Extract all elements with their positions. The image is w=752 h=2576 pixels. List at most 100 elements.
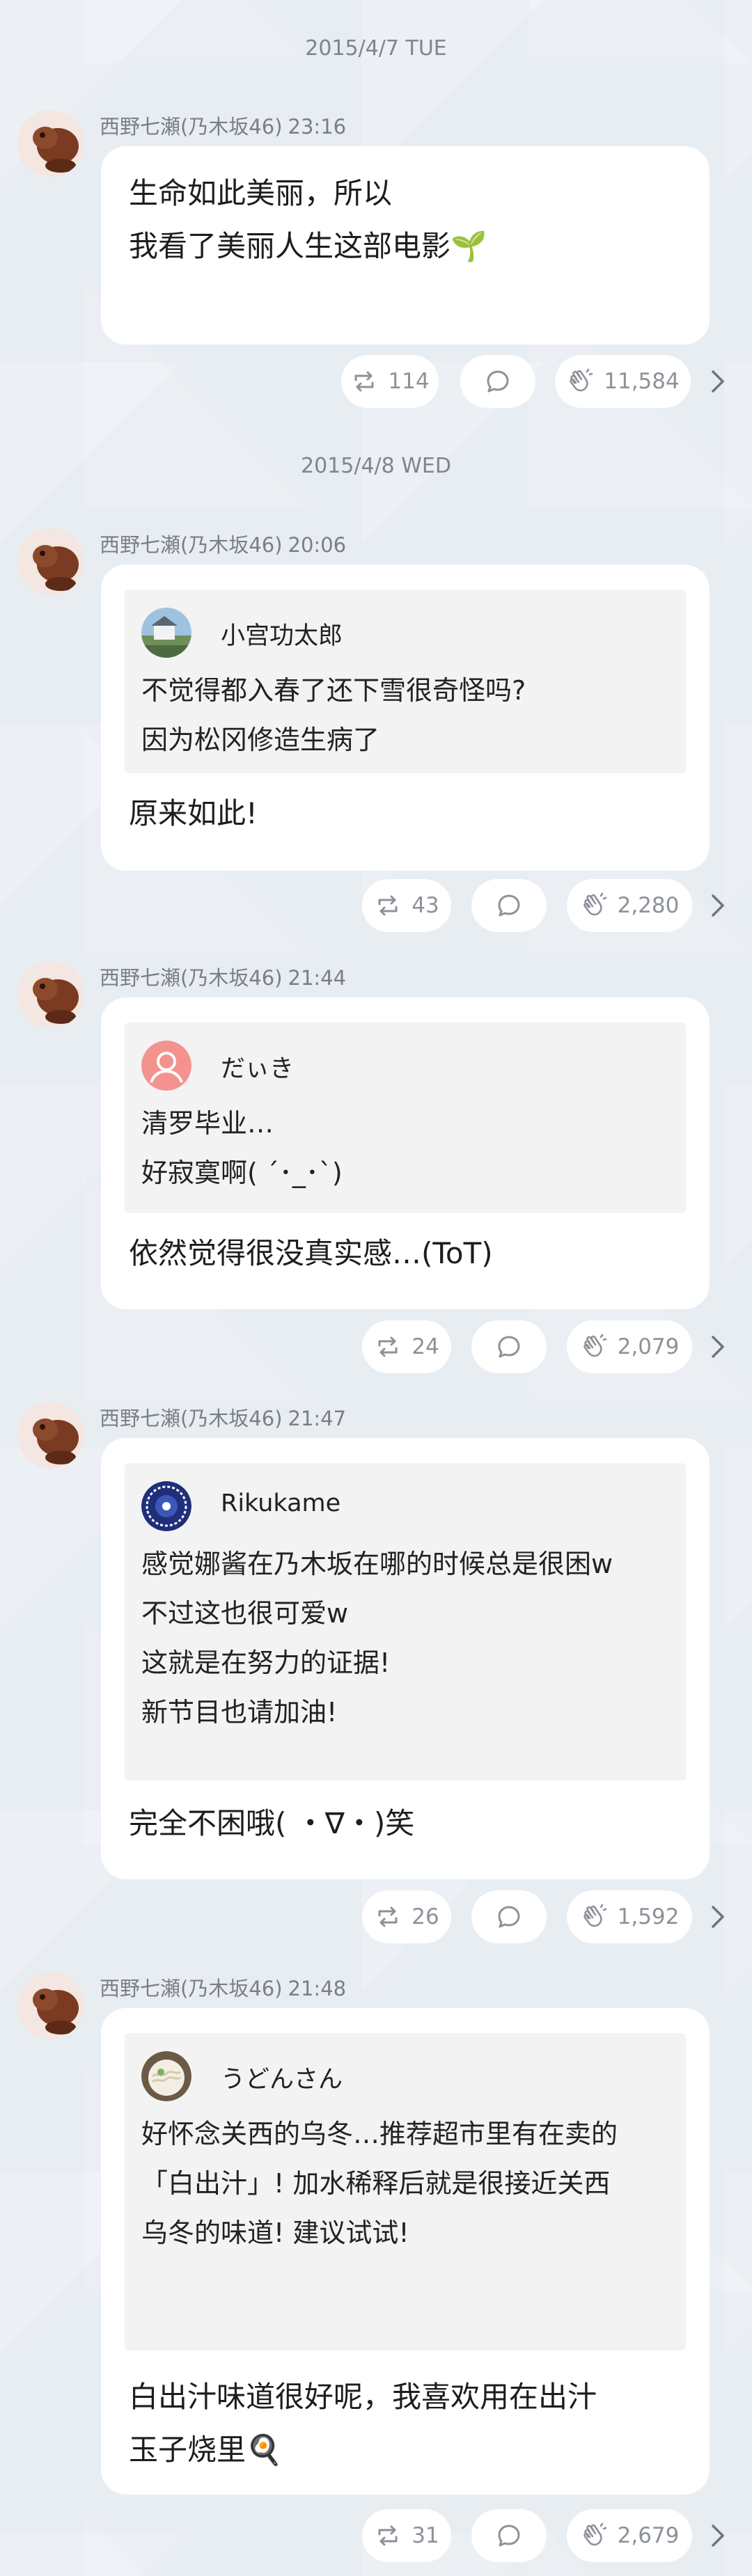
quoted-message[interactable]: 小宫功太郎 不觉得都入春了还下雪很奇怪吗? 因为松冈修造生病了: [125, 590, 686, 773]
date-separator: 2015/4/8 WED: [301, 454, 451, 478]
message-text: 原来如此!: [129, 787, 682, 840]
author-avatar[interactable]: [17, 110, 84, 177]
post-meta: 西野七瀬(乃木坂46) 23:16: [100, 111, 346, 140]
message-text: 白出汁味道很好呢，我喜欢用在出汁 玉子烧里🍳: [129, 2371, 682, 2476]
message-bubble: 小宫功太郎 不觉得都入春了还下雪很奇怪吗? 因为松冈修造生病了 原来如此!: [101, 564, 710, 871]
comment-icon: [495, 1903, 523, 1931]
message-line: 完全不困哦( ・∇・)笑: [129, 1806, 415, 1840]
clap-icon: [580, 1333, 608, 1361]
post-meta: 西野七瀬(乃木坂46) 21:47: [100, 1402, 346, 1432]
quote-line: 不觉得都入春了还下雪很奇怪吗?: [141, 675, 526, 706]
clap-icon: [580, 892, 608, 919]
repost-button[interactable]: 24: [362, 1320, 451, 1373]
quote-line: 感觉娜酱在乃木坂在哪的时候总是很困w: [141, 1549, 613, 1579]
chevron-right-icon[interactable]: [704, 886, 732, 925]
quote-line: 好怀念关西的乌冬…推荐超市里有在卖的: [141, 2119, 618, 2149]
clap-count: 2,079: [617, 1334, 680, 1359]
clap-icon: [566, 368, 594, 395]
repost-count: 31: [412, 2523, 439, 2548]
message-line: 我看了美丽人生这部电影🌱: [129, 229, 487, 263]
author-name: 西野七瀬(乃木坂46): [100, 533, 283, 557]
quote-avatar: [141, 2051, 191, 2101]
comment-button[interactable]: [471, 2509, 547, 2562]
quote-avatar: [141, 1481, 191, 1531]
clap-button[interactable]: 2,079: [567, 1320, 692, 1373]
repost-icon: [374, 892, 402, 919]
repost-button[interactable]: 31: [362, 2509, 451, 2562]
message-bubble: だぃき 清罗毕业… 好寂寞啊( ´･_･`) 依然觉得很没真实感…(ToT): [101, 997, 710, 1309]
post-time: 21:47: [288, 1407, 347, 1430]
message-text: 完全不困哦( ・∇・)笑: [129, 1797, 682, 1850]
clap-button[interactable]: 11,584: [555, 355, 691, 408]
post-meta: 西野七瀬(乃木坂46) 20:06: [100, 529, 346, 558]
quote-avatar: [141, 1041, 191, 1091]
quote-line: 「白出汁」! 加水稀释后就是很接近关西: [141, 2168, 611, 2199]
chevron-right-icon[interactable]: [704, 2516, 732, 2555]
post-actions: 114 11,584: [0, 355, 752, 411]
author-avatar[interactable]: [17, 1972, 84, 2039]
comment-button[interactable]: [471, 1890, 547, 1943]
quote-text: 感觉娜酱在乃木坂在哪的时候总是很困w 不过这也很可爱w 这就是在努力的证据! 新…: [141, 1540, 669, 1737]
quote-text: 不觉得都入春了还下雪很奇怪吗? 因为松冈修造生病了: [141, 666, 669, 765]
author-name: 西野七瀬(乃木坂46): [100, 966, 283, 990]
author-name: 西野七瀬(乃木坂46): [100, 1407, 283, 1430]
post-time: 23:16: [288, 115, 347, 139]
repost-icon: [374, 1333, 402, 1361]
chevron-right-icon[interactable]: [704, 1327, 732, 1366]
message-line: 原来如此!: [129, 796, 258, 830]
comment-button[interactable]: [460, 355, 535, 408]
repost-icon: [374, 2522, 402, 2550]
quote-line: 因为松冈修造生病了: [141, 725, 380, 755]
clap-icon: [580, 2522, 608, 2550]
quote-line: 乌冬的味道! 建议试试!: [141, 2218, 409, 2248]
comment-icon: [495, 1333, 523, 1361]
quoted-message[interactable]: だぃき 清罗毕业… 好寂寞啊( ´･_･`): [125, 1022, 686, 1213]
author-avatar[interactable]: [17, 961, 84, 1028]
comment-icon: [484, 368, 512, 395]
message-line: 依然觉得很没真实感…(ToT): [129, 1236, 493, 1270]
clap-count: 11,584: [604, 369, 680, 394]
message-line: 白出汁味道很好呢，我喜欢用在出汁: [129, 2380, 597, 2414]
repost-button[interactable]: 114: [341, 355, 439, 408]
comment-icon: [495, 2522, 523, 2550]
post-meta: 西野七瀬(乃木坂46) 21:44: [100, 962, 346, 991]
quoted-message[interactable]: Rikukame 感觉娜酱在乃木坂在哪的时候总是很困w 不过这也很可爱w 这就是…: [125, 1463, 686, 1780]
clap-button[interactable]: 2,280: [567, 879, 692, 932]
chevron-right-icon[interactable]: [704, 1897, 732, 1936]
quote-author: うどんさん: [221, 2066, 343, 2094]
quote-line: 这就是在努力的证据!: [141, 1647, 391, 1678]
message-line: 玉子烧里🍳: [129, 2433, 283, 2467]
quote-line: 不过这也很可爱w: [141, 1598, 349, 1629]
clap-count: 1,592: [617, 1904, 680, 1929]
comment-button[interactable]: [471, 879, 547, 932]
post-meta: 西野七瀬(乃木坂46) 21:48: [100, 1973, 346, 2002]
quote-line: 清罗毕业…: [141, 1108, 274, 1139]
message-text: 生命如此美丽，所以 我看了美丽人生这部电影🌱: [129, 167, 682, 273]
repost-icon: [374, 1903, 402, 1931]
clap-button[interactable]: 1,592: [567, 1890, 692, 1943]
quote-text: 清罗毕业… 好寂寞啊( ´･_･`): [141, 1099, 669, 1198]
clap-button[interactable]: 2,679: [567, 2509, 692, 2562]
repost-button[interactable]: 43: [362, 879, 451, 932]
clap-count: 2,280: [617, 893, 680, 918]
post-actions: 43 2,280: [0, 879, 752, 935]
author-avatar[interactable]: [17, 528, 84, 595]
chevron-right-icon[interactable]: [704, 362, 732, 401]
author-name: 西野七瀬(乃木坂46): [100, 1977, 283, 2000]
post-time: 21:48: [288, 1977, 347, 2000]
quote-line: 好寂寞啊( ´･_･`): [141, 1157, 343, 1188]
clap-count: 2,679: [617, 2523, 680, 2548]
message-text: 依然觉得很没真实感…(ToT): [129, 1227, 682, 1280]
comment-icon: [495, 892, 523, 919]
quote-author: だぃき: [221, 1055, 295, 1083]
author-avatar[interactable]: [17, 1402, 84, 1469]
quote-author: 小宫功太郎: [221, 622, 343, 650]
quote-avatar: [141, 608, 191, 658]
repost-button[interactable]: 26: [362, 1890, 451, 1943]
message-bubble: Rikukame 感觉娜酱在乃木坂在哪的时候总是很困w 不过这也很可爱w 这就是…: [101, 1438, 710, 1879]
quoted-message[interactable]: うどんさん 好怀念关西的乌冬…推荐超市里有在卖的 「白出汁」! 加水稀释后就是很…: [125, 2033, 686, 2350]
repost-icon: [350, 368, 378, 395]
repost-count: 114: [388, 369, 430, 394]
post-actions: 26 1,592: [0, 1890, 752, 1946]
comment-button[interactable]: [471, 1320, 547, 1373]
